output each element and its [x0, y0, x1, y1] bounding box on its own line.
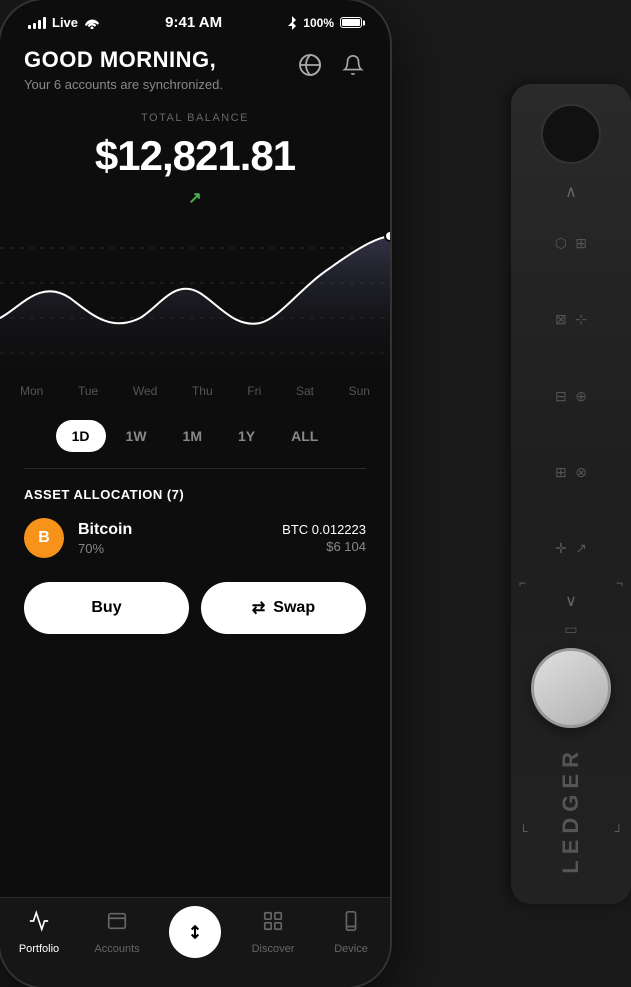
time-btn-1w[interactable]: 1W: [110, 420, 163, 452]
device-nav-label: Device: [334, 943, 368, 955]
bluetooth-icon: [287, 15, 297, 31]
chart-container: [0, 218, 390, 378]
header: GOOD MORNING, Your 6 accounts are synchr…: [0, 37, 390, 92]
change-icon: ↗: [188, 188, 201, 208]
time-btn-1d[interactable]: 1D: [56, 420, 106, 452]
day-tue: Tue: [78, 384, 98, 398]
ledger-brand-text: LEDGER: [558, 736, 584, 884]
ledger-bracket-br: ┘: [614, 824, 623, 838]
bitcoin-icon: B: [24, 518, 64, 558]
time-selector: 1D 1W 1M 1Y ALL: [0, 420, 390, 452]
greeting-subtitle: Your 6 accounts are synchronized.: [24, 77, 223, 92]
ledger-scroll-wheel[interactable]: [531, 648, 611, 728]
portfolio-nav-icon: [28, 910, 50, 938]
ledger-up-chevron: ∧: [565, 182, 577, 202]
ledger-icons-grid: ⬡ ⊞ ⊠ ⊹ ⊟ ⊕ ⊞ ⊗ ✛ ↗: [551, 210, 591, 583]
nav-portfolio[interactable]: Portfolio: [0, 910, 78, 955]
ledger-top-circle: [541, 104, 601, 164]
asset-allocation-title: ASSET ALLOCATION (7): [24, 487, 366, 502]
buy-button[interactable]: Buy: [24, 582, 189, 634]
ledger-down-chevron: ∨: [565, 591, 577, 611]
buy-label: Buy: [91, 599, 121, 617]
discover-nav-label: Discover: [252, 943, 295, 955]
carrier-label: Live: [52, 15, 78, 30]
ledger-small-icon: ▭: [564, 621, 577, 638]
center-action-button[interactable]: [169, 906, 221, 958]
ledger-body: ∧ ⬡ ⊞ ⊠ ⊹ ⊟ ⊕ ⊞ ⊗ ✛ ↗ ∨ ▭ LEDGER ⌐: [511, 84, 631, 904]
ledger-icon-4: ⊹: [575, 286, 587, 354]
day-wed: Wed: [133, 384, 157, 398]
asset-section: ASSET ALLOCATION (7) B Bitcoin 70% BTC 0…: [0, 469, 390, 570]
notification-button[interactable]: [340, 52, 366, 84]
greeting-section: GOOD MORNING, Your 6 accounts are synchr…: [24, 47, 223, 92]
time-btn-1y[interactable]: 1Y: [222, 420, 271, 452]
device-nav-icon: [340, 910, 362, 938]
ledger-icon-8: ⊗: [575, 438, 587, 506]
ledger-device: ∧ ⬡ ⊞ ⊠ ⊹ ⊟ ⊕ ⊞ ⊗ ✛ ↗ ∨ ▭ LEDGER ⌐: [511, 84, 631, 904]
cta-row: Buy ⇄ Swap: [0, 570, 390, 650]
day-sat: Sat: [296, 384, 314, 398]
nav-center[interactable]: [156, 910, 234, 958]
portfolio-icon-button[interactable]: [296, 51, 324, 85]
status-time: 9:41 AM: [165, 14, 222, 31]
chart-section: Mon Tue Wed Thu Fri Sat Sun: [0, 218, 390, 408]
asset-values: BTC 0.012223 $6 104: [282, 522, 366, 554]
status-right: 100%: [287, 15, 362, 31]
day-thu: Thu: [192, 384, 213, 398]
portfolio-nav-label: Portfolio: [19, 943, 59, 955]
bottom-nav: Portfolio Accounts: [0, 897, 390, 987]
ledger-bracket-tr: ⌐: [616, 576, 623, 590]
day-fri: Fri: [247, 384, 261, 398]
asset-name-wrap: Bitcoin 70%: [78, 521, 268, 556]
balance-label: TOTAL BALANCE: [24, 112, 366, 124]
nav-device[interactable]: Device: [312, 910, 390, 955]
swap-label: Swap: [273, 599, 315, 617]
ledger-icon-6: ⊕: [575, 362, 587, 430]
wifi-icon: [84, 17, 100, 29]
time-btn-1m[interactable]: 1M: [167, 420, 218, 452]
ledger-icon-7: ⊞: [555, 438, 567, 506]
asset-name: Bitcoin: [78, 521, 268, 539]
battery-label: 100%: [303, 16, 334, 30]
bitcoin-asset-item[interactable]: B Bitcoin 70% BTC 0.012223 $6 104: [24, 518, 366, 558]
day-mon: Mon: [20, 384, 43, 398]
battery-icon: [340, 17, 362, 28]
accounts-nav-label: Accounts: [94, 943, 139, 955]
chart-day-labels: Mon Tue Wed Thu Fri Sat Sun: [0, 378, 390, 398]
status-left: Live: [28, 15, 100, 30]
asset-crypto-amount: BTC 0.012223: [282, 522, 366, 537]
balance-section: TOTAL BALANCE $12,821.81 ↗: [0, 92, 390, 218]
day-sun: Sun: [349, 384, 370, 398]
balance-amount: $12,821.81: [24, 132, 366, 180]
time-btn-all[interactable]: ALL: [275, 420, 334, 452]
nav-accounts[interactable]: Accounts: [78, 910, 156, 955]
ledger-icon-5: ⊟: [555, 362, 567, 430]
ledger-icon-10: ↗: [575, 515, 587, 583]
discover-nav-icon: [262, 910, 284, 938]
ledger-icon-3: ⊠: [555, 286, 567, 354]
greeting-title: GOOD MORNING,: [24, 47, 223, 73]
ledger-icon-2: ⊞: [575, 210, 587, 278]
status-bar: Live 9:41 AM 100%: [0, 0, 390, 37]
header-icons: [296, 47, 366, 85]
asset-percentage: 70%: [78, 541, 268, 556]
ledger-icon-9: ✛: [555, 515, 567, 583]
swap-button[interactable]: ⇄ Swap: [201, 582, 366, 634]
phone-screen: Live 9:41 AM 100% GOOD MORNING,: [0, 0, 390, 987]
balance-change: ↗: [24, 188, 366, 208]
nav-discover[interactable]: Discover: [234, 910, 312, 955]
swap-icon: ⇄: [252, 598, 265, 618]
ledger-bracket-bl: └: [519, 824, 528, 838]
asset-fiat-amount: $6 104: [282, 539, 366, 554]
accounts-nav-icon: [106, 910, 128, 938]
ledger-icon-1: ⬡: [555, 210, 567, 278]
signal-icon: [28, 17, 46, 29]
ledger-bracket-tl: ⌐: [519, 576, 526, 590]
